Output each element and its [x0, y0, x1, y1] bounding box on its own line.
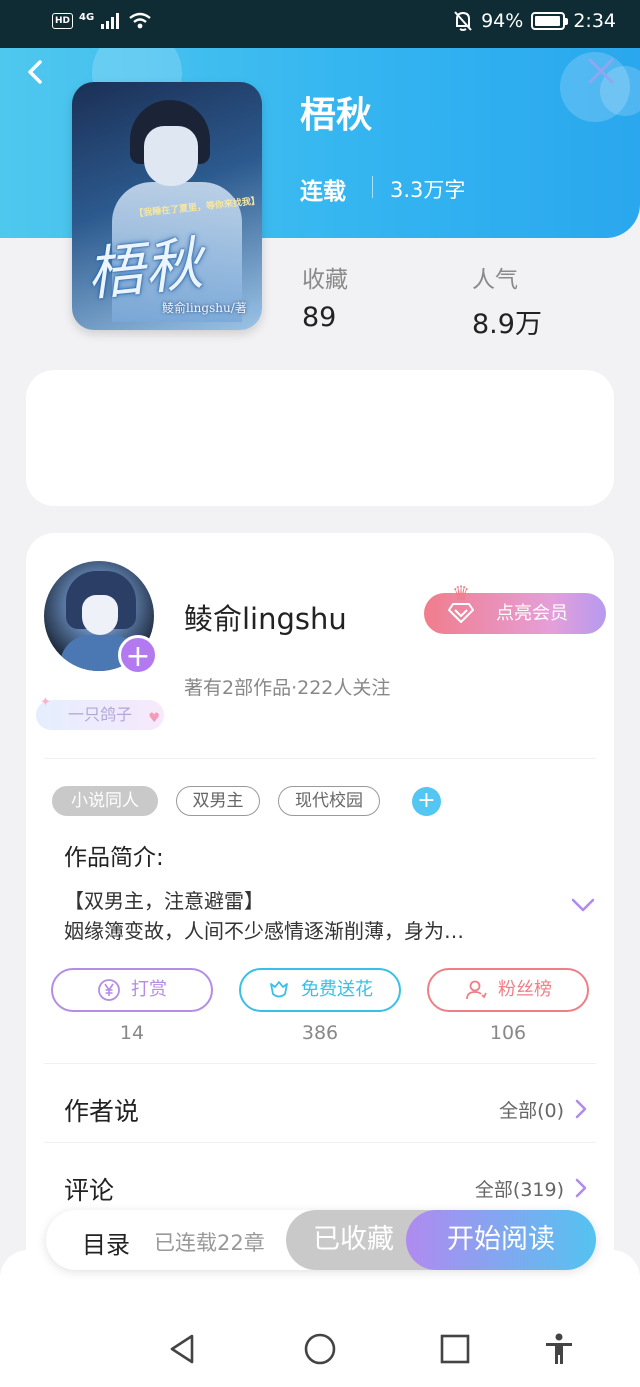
chevron-left-icon	[28, 60, 42, 84]
bottom-sheet	[0, 1250, 640, 1387]
vip-button[interactable]: ♛ 点亮会员	[424, 581, 606, 634]
fans-icon	[466, 980, 487, 1000]
serial-status: 已连载22章	[154, 1231, 265, 1255]
author-name[interactable]: 鲮俞lingshu	[184, 596, 347, 638]
divider	[44, 758, 596, 759]
comments-all-link[interactable]: 全部(319)	[475, 1175, 564, 1202]
stat-popularity-value: 8.9万	[472, 309, 542, 340]
nav-back-icon[interactable]	[166, 1332, 200, 1366]
follow-author-button[interactable]: +	[118, 635, 158, 675]
chevron-right-icon[interactable]	[574, 1177, 588, 1199]
back-button[interactable]	[22, 58, 50, 86]
tip-button[interactable]: 打赏	[51, 968, 213, 1012]
clock: 2:34	[573, 10, 616, 32]
nav-home-icon[interactable]	[303, 1332, 337, 1366]
send-flower-button-label: 免费送花	[301, 979, 373, 1000]
author-badge-label: 一只鸽子	[67, 705, 132, 724]
fans-ranking-button-label: 粉丝榜	[498, 979, 552, 1000]
divider	[44, 1142, 596, 1143]
author-notes-all-link[interactable]: 全部(0)	[499, 1096, 564, 1123]
toc-button[interactable]: 目录	[82, 1225, 130, 1260]
flower-count: 386	[301, 1022, 339, 1044]
tag-item[interactable]: 现代校园	[278, 786, 380, 816]
cover-title-art: 梧秋	[83, 229, 206, 309]
comments-title: 评论	[64, 1176, 115, 1205]
fans-ranking-button[interactable]: 粉丝榜	[427, 968, 589, 1012]
chevron-down-icon[interactable]	[570, 896, 596, 914]
status-bar: HD 4G 94% 2:34	[0, 0, 640, 48]
stat-favorites-label: 收藏	[302, 267, 348, 293]
plus-icon: +	[417, 788, 436, 813]
book-cover[interactable]: 【我睡在了夏里，等你来找我】 梧秋 鲮俞lingshu/著	[72, 82, 262, 330]
hd-badge: HD	[52, 13, 74, 29]
flower-icon	[270, 981, 288, 998]
intro-text[interactable]: 【双男主，注意避雷】 姻缘簿变故，人间不少感情逐渐削薄，身为…	[64, 886, 554, 946]
heart-icon: ♥	[148, 711, 160, 726]
fans-count: 106	[489, 1022, 527, 1044]
signal-icon	[101, 13, 120, 29]
network-label: 4G	[79, 11, 95, 23]
add-tag-button[interactable]: +	[412, 787, 441, 816]
author-notes-title: 作者说	[64, 1097, 140, 1126]
stat-favorites-value: 89	[302, 302, 337, 333]
intro-label: 作品简介:	[64, 845, 164, 871]
battery-percent: 94%	[481, 10, 524, 32]
bell-muted-icon	[454, 11, 472, 31]
author-meta: 著有2部作品·222人关注	[184, 677, 391, 699]
status-left: HD 4G	[52, 12, 152, 30]
close-icon	[588, 58, 614, 84]
tag-item[interactable]: 双男主	[176, 786, 260, 816]
intro-line: 姻缘簿变故，人间不少感情逐渐削薄，身为…	[64, 919, 464, 943]
divider	[44, 1063, 596, 1064]
avatar-face	[82, 595, 118, 635]
cover-figure-face	[144, 126, 198, 186]
send-flower-button[interactable]: 免费送花	[239, 968, 401, 1012]
author-badge: ✦ 一只鸽子 ♥	[36, 695, 164, 730]
word-count: 3.3万字	[390, 178, 466, 202]
battery-level	[535, 16, 560, 26]
book-status: 连载	[300, 179, 346, 205]
battery-icon	[531, 12, 569, 30]
nav-recents-icon[interactable]	[438, 1332, 472, 1366]
accessibility-icon[interactable]	[542, 1332, 576, 1366]
tip-button-label: 打赏	[131, 979, 167, 1000]
close-button[interactable]	[586, 56, 616, 91]
start-reading-button[interactable]: 开始阅读	[406, 1210, 596, 1270]
chevron-right-icon[interactable]	[574, 1098, 588, 1120]
tip-count: 14	[119, 1022, 145, 1044]
wifi-icon	[129, 12, 151, 29]
book-title: 梧秋	[300, 95, 373, 136]
diamond-icon	[448, 603, 474, 623]
status-right: 94% 2:34	[453, 10, 616, 32]
empty-card	[26, 370, 614, 506]
yen-coin-icon	[98, 979, 120, 1001]
stat-popularity-label: 人气	[472, 267, 518, 293]
divider	[372, 176, 373, 198]
cover-pen-name: 鲮俞lingshu/著	[162, 301, 247, 315]
vip-button-label: 点亮会员	[496, 603, 568, 624]
star-icon: ✦	[40, 695, 51, 710]
plus-icon: +	[125, 639, 151, 674]
intro-line: 【双男主，注意避雷】	[64, 889, 264, 913]
tag-item[interactable]: 小说同人	[52, 786, 158, 816]
